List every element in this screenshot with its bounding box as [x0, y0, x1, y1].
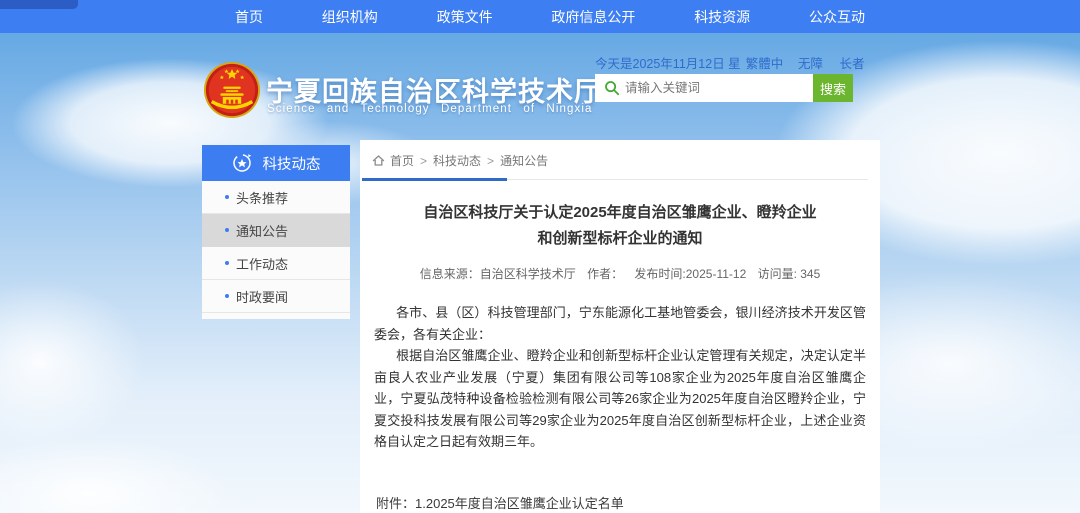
top-left-tab — [0, 0, 78, 9]
bullet-icon — [225, 261, 229, 265]
main-content-panel: 首页 > 科技动态 > 通知公告 自治区科技厅关于认定2025年度自治区雏鹰企业… — [360, 140, 880, 513]
attachments-block: 附件： 1.2025年度自治区雏鹰企业认定名单 2.2025年度自治区瞪羚企业认… — [376, 494, 880, 513]
meta-source: 信息来源：自治区科学技术厅 — [420, 267, 576, 281]
sidebar-item-current-affairs[interactable]: 时政要闻 — [202, 280, 350, 313]
sidebar-title: 科技动态 — [263, 153, 321, 174]
search-input[interactable] — [625, 74, 810, 102]
attachment-link-1[interactable]: 1.2025年度自治区雏鹰企业认定名单 — [415, 494, 663, 513]
breadcrumb-separator: > — [420, 154, 427, 168]
sidebar-item-label: 头条推荐 — [236, 188, 288, 207]
nav-item-policy[interactable]: 政策文件 — [437, 7, 493, 27]
sidebar-item-notices[interactable]: 通知公告 — [202, 214, 350, 247]
site-subtitle: Science and Technology Department of Nin… — [267, 103, 592, 115]
meta-published: 发布时间:2025-11-12 — [634, 267, 746, 281]
breadcrumb-current: 通知公告 — [500, 152, 548, 169]
article-title: 自治区科技厅关于认定2025年度自治区雏鹰企业、瞪羚企业和创新型标杆企业的通知 — [418, 200, 822, 252]
search-button[interactable]: 搜索 — [813, 74, 853, 102]
meta-views: 访问量: 345 — [758, 267, 821, 281]
article-paragraph: 根据自治区雏鹰企业、瞪羚企业和创新型标杆企业认定管理有关规定，决定认定半亩良人农… — [374, 345, 866, 453]
circled-star-icon — [232, 153, 252, 173]
sidebar-item-label: 通知公告 — [236, 221, 288, 240]
home-icon — [372, 154, 385, 167]
sidebar-item-work-trends[interactable]: 工作动态 — [202, 247, 350, 280]
emblem-icon — [203, 61, 261, 119]
meta-author: 作者： — [587, 267, 623, 281]
sidebar-item-headlines[interactable]: 头条推荐 — [202, 181, 350, 214]
nav-item-interaction[interactable]: 公众互动 — [809, 7, 865, 27]
nav-item-home[interactable]: 首页 — [235, 7, 263, 27]
bullet-icon — [225, 195, 229, 199]
article-meta: 信息来源：自治区科学技术厅 作者： 发布时间:2025-11-12 访问量: 3… — [360, 265, 880, 282]
breadcrumb-divider — [360, 178, 880, 181]
breadcrumb-home[interactable]: 首页 — [390, 152, 414, 169]
sidebar: 科技动态 头条推荐 通知公告 工作动态 时政要闻 — [202, 145, 350, 319]
breadcrumb: 首页 > 科技动态 > 通知公告 — [360, 140, 880, 169]
bullet-icon — [225, 294, 229, 298]
attachments-label: 附件： — [376, 494, 415, 513]
nav-item-gov-info[interactable]: 政府信息公开 — [551, 7, 635, 27]
search-icon — [604, 80, 620, 96]
bullet-icon — [225, 228, 229, 232]
nav-item-resources[interactable]: 科技资源 — [694, 7, 750, 27]
breadcrumb-tech-news[interactable]: 科技动态 — [433, 152, 481, 169]
breadcrumb-separator: > — [487, 154, 494, 168]
national-emblem-logo[interactable] — [203, 61, 261, 119]
sidebar-header: 科技动态 — [202, 145, 350, 181]
article-body: 各市、县（区）科技管理部门，宁东能源化工基地管委会，银川经济技术开发区管委会，各… — [360, 302, 880, 453]
top-navigation: 首页 组织机构 政策文件 政府信息公开 科技资源 公众互动 — [0, 0, 1080, 33]
search-bar: 搜索 — [595, 74, 853, 102]
sidebar-item-label: 工作动态 — [236, 254, 288, 273]
sidebar-item-label: 时政要闻 — [236, 287, 288, 306]
article-paragraph: 各市、县（区）科技管理部门，宁东能源化工基地管委会，银川经济技术开发区管委会，各… — [374, 302, 866, 345]
nav-item-organization[interactable]: 组织机构 — [322, 7, 378, 27]
